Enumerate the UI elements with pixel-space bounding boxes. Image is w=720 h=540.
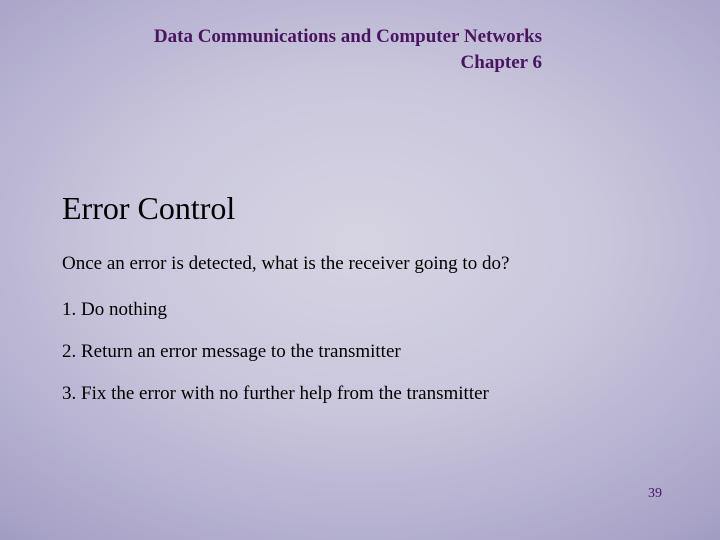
list-item: 3. Fix the error with no further help fr… (62, 383, 658, 405)
list-item: 1. Do nothing (62, 299, 658, 321)
slide-header: Data Communications and Computer Network… (154, 24, 542, 75)
page-number: 39 (648, 486, 662, 502)
course-title: Data Communications and Computer Network… (154, 24, 542, 50)
lead-text: Once an error is detected, what is the r… (62, 253, 658, 275)
list-item: 2. Return an error message to the transm… (62, 341, 658, 363)
slide-title: Error Control (62, 190, 658, 227)
slide-content: Error Control Once an error is detected,… (62, 190, 658, 425)
chapter-label: Chapter 6 (154, 50, 542, 76)
